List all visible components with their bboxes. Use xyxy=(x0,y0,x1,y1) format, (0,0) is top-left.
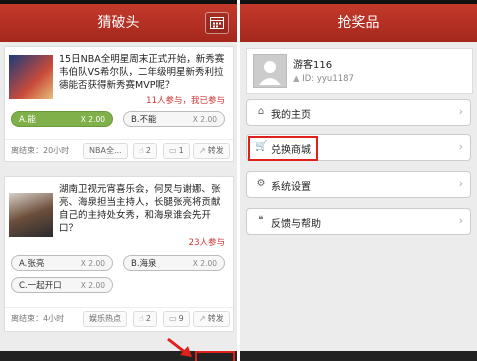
like-count: 2 xyxy=(145,314,151,323)
avatar xyxy=(253,54,287,88)
card-footer: 离结束：20小时 NBA全... ☝ 2 ▭ 1 ↗ 转发 xyxy=(5,139,233,160)
right-panel: 抢奖品 游客116 ▲ ID: yyu1187 ⌂ 我的主页 › 🛒 兑换商城 … xyxy=(240,0,477,361)
participant-count: 11人参与，我已参与 xyxy=(146,96,225,106)
option-button[interactable]: A.张亮 X 2.00 xyxy=(11,255,113,271)
option-label: C.一起开口 xyxy=(19,281,62,291)
share-button[interactable]: ↗ 转发 xyxy=(193,311,230,327)
like-button[interactable]: ☝ 2 xyxy=(133,311,157,327)
comment-icon: ▭ xyxy=(169,146,177,155)
option-button[interactable]: B.海泉 X 2.00 xyxy=(123,255,225,271)
option-button[interactable]: B.不能 X 2.00 xyxy=(123,111,225,127)
shop-highlight xyxy=(248,136,318,161)
quiz-card[interactable]: 15日NBA全明星周末正式开始，新秀赛韦伯队VS希尔队，二年级明星新秀利拉德能否… xyxy=(4,46,234,162)
chevron-right-icon: › xyxy=(458,214,463,227)
username: 游客116 xyxy=(293,60,333,71)
thumb-up-icon: ☝ xyxy=(139,146,144,155)
comment-button[interactable]: ▭ 9 xyxy=(163,311,190,327)
option-odds: X 2.00 xyxy=(192,115,217,124)
share-icon: ↗ xyxy=(199,146,206,155)
header-bar: 抢奖品 xyxy=(240,0,477,42)
menu-item-settings[interactable]: ⚙ 系统设置 › xyxy=(246,171,471,198)
question-text: 湖南卫视元宵喜乐会，何炅与谢娜、张亮、海泉担当主持人，长腿张亮将贡献自己的主持处… xyxy=(59,184,221,234)
share-label: 转发 xyxy=(207,146,224,155)
share-icon: ↗ xyxy=(199,314,206,323)
option-label: B.不能 xyxy=(131,115,157,125)
comment-count: 9 xyxy=(178,314,184,323)
header-bar: 猜破头 xyxy=(0,0,237,42)
category-tag[interactable]: NBA全... xyxy=(83,143,128,159)
like-button[interactable]: ☝ 2 xyxy=(133,143,157,159)
thumb-up-icon: ☝ xyxy=(139,314,144,323)
calendar-icon xyxy=(210,17,224,29)
option-odds: X 2.00 xyxy=(80,115,105,124)
comment-icon: ▭ xyxy=(169,314,177,323)
share-button[interactable]: ↗ 转发 xyxy=(193,143,230,159)
user-id-text: ID: yyu1187 xyxy=(302,74,354,84)
bottom-nav-bar[interactable] xyxy=(240,351,477,361)
option-label: A.张亮 xyxy=(19,259,45,269)
option-label: B.海泉 xyxy=(131,259,157,269)
menu-button-highlight[interactable] xyxy=(195,351,235,361)
share-label: 转发 xyxy=(207,314,224,323)
comment-button[interactable]: ▭ 1 xyxy=(163,143,190,159)
option-label: A.能 xyxy=(19,115,36,125)
time-remaining: 离结束：4小时 xyxy=(11,314,65,323)
red-arrow-icon xyxy=(167,337,192,357)
category-tag[interactable]: 娱乐热点 xyxy=(83,311,127,327)
card-footer: 离结束：4小时 娱乐热点 ☝ 2 ▭ 9 ↗ 转发 xyxy=(5,307,233,328)
option-odds: X 2.00 xyxy=(80,259,105,268)
user-silhouette-icon xyxy=(259,61,281,85)
menu-item-label: 反馈与帮助 xyxy=(271,219,321,230)
menu-item-feedback[interactable]: ❝ 反馈与帮助 › xyxy=(246,208,471,235)
option-button[interactable]: C.一起开口 X 2.00 xyxy=(11,277,113,293)
page-title: 猜破头 xyxy=(97,15,140,31)
card-thumbnail xyxy=(9,55,53,99)
option-odds: X 2.00 xyxy=(80,281,105,290)
user-id: ▲ ID: yyu1187 xyxy=(293,74,354,84)
calendar-button[interactable] xyxy=(205,12,229,34)
chevron-right-icon: › xyxy=(458,177,463,190)
participant-count: 23人参与 xyxy=(188,238,225,248)
menu-item-label: 我的主页 xyxy=(271,110,311,121)
card-thumbnail xyxy=(9,193,53,237)
comment-count: 1 xyxy=(178,146,184,155)
time-remaining: 离结束：20小时 xyxy=(11,146,70,155)
quiz-card[interactable]: 湖南卫视元宵喜乐会，何炅与谢娜、张亮、海泉担当主持人，长腿张亮将贡献自己的主持处… xyxy=(4,176,234,332)
menu-item-label: 系统设置 xyxy=(271,182,311,193)
chevron-right-icon: › xyxy=(458,140,463,153)
menu-item-home[interactable]: ⌂ 我的主页 › xyxy=(246,99,471,126)
option-button[interactable]: A.能 X 2.00 xyxy=(11,111,113,127)
page-title: 抢奖品 xyxy=(337,15,380,31)
person-icon: ▲ xyxy=(293,74,303,84)
like-count: 2 xyxy=(145,146,151,155)
option-odds: X 2.00 xyxy=(192,259,217,268)
question-text: 15日NBA全明星周末正式开始，新秀赛韦伯队VS希尔队，二年级明星新秀利拉德能否… xyxy=(59,54,225,91)
chevron-right-icon: › xyxy=(458,105,463,118)
quote-icon: ❝ xyxy=(258,215,264,226)
home-icon: ⌂ xyxy=(257,106,265,117)
user-profile-card[interactable]: 游客116 ▲ ID: yyu1187 xyxy=(246,48,473,94)
gear-icon: ⚙ xyxy=(256,178,266,189)
left-panel: 猜破头 15日NBA全明星周末正式开始，新秀赛韦伯队VS希尔队，二年级明星新秀利… xyxy=(0,0,237,361)
